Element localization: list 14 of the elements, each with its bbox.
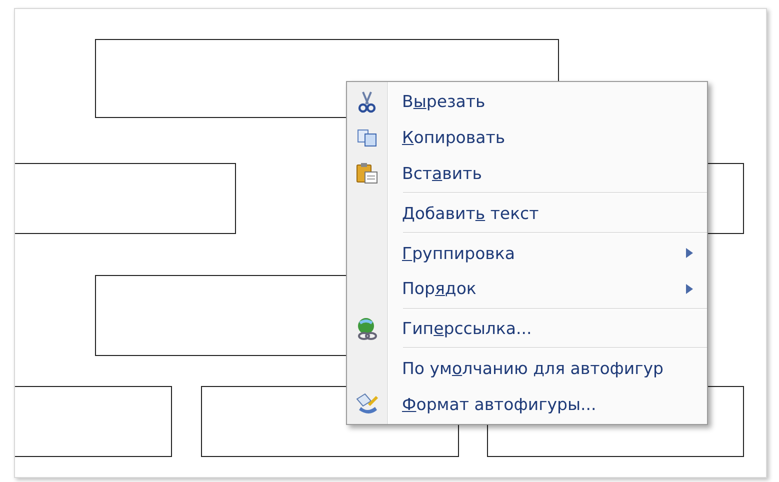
paint-brush-icon: [355, 393, 379, 416]
menu-item[interactable]: Добавить текст: [402, 204, 693, 223]
menu-item[interactable]: Формат автофигуры...: [402, 394, 693, 414]
menu-item[interactable]: Гиперссылка...: [402, 319, 693, 338]
scissors-icon: [358, 90, 376, 113]
menu-item[interactable]: Группировка: [402, 244, 686, 263]
menu-item[interactable]: Вырезать: [402, 92, 693, 112]
menu-item[interactable]: Порядок: [402, 279, 686, 298]
menu-item[interactable]: По умолчанию для автофигур: [402, 358, 693, 378]
copy-icon: [357, 128, 377, 147]
globe-link-icon: [356, 316, 378, 341]
menu-item[interactable]: Копировать: [402, 128, 693, 148]
menu-item[interactable]: Вставить: [402, 164, 693, 183]
clipboard-icon: [356, 162, 378, 184]
